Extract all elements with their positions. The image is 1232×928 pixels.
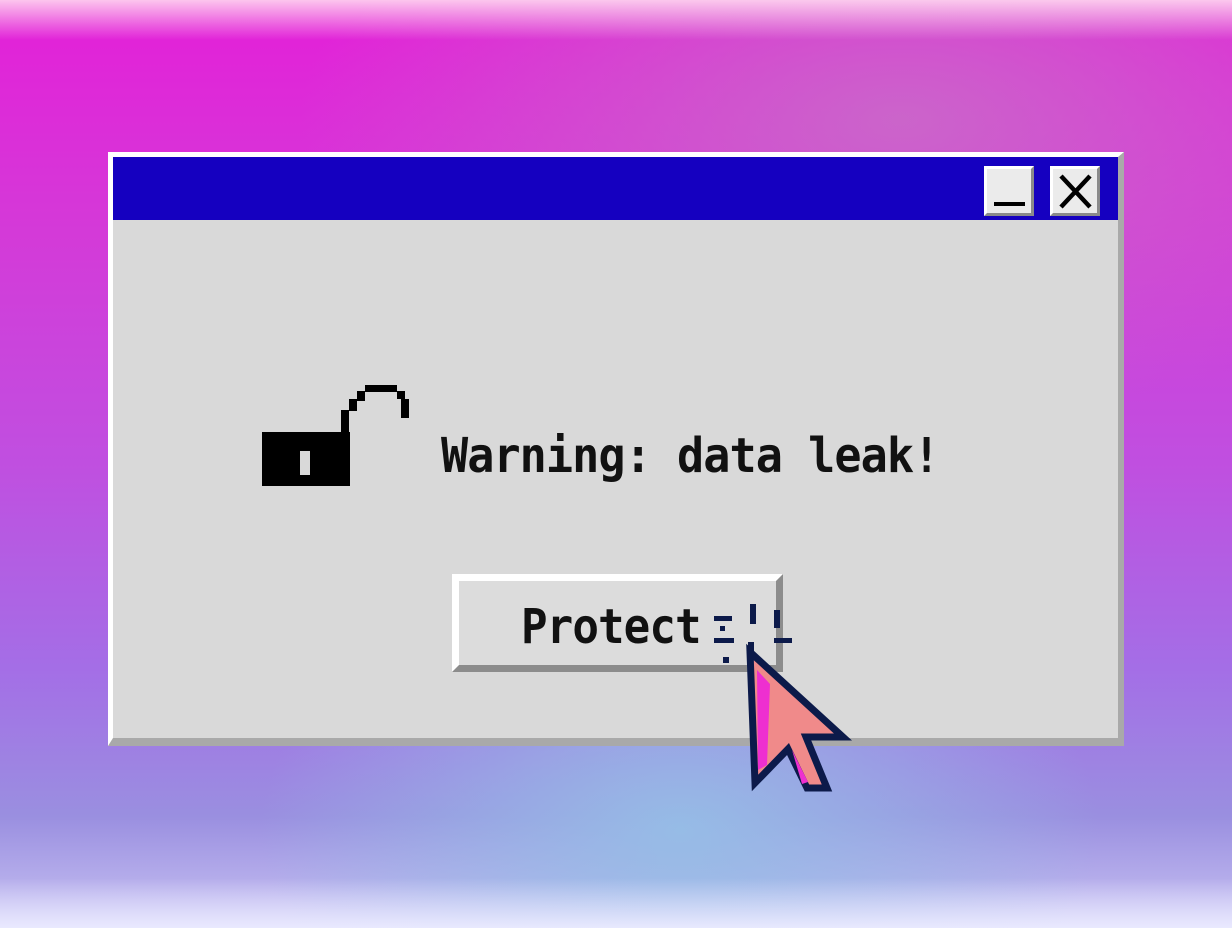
warning-dialog-window: Warning: data leak! Protect (108, 152, 1124, 746)
arrow-cursor-icon (714, 604, 853, 792)
unlocked-padlock-icon (262, 385, 409, 486)
close-button[interactable] (1050, 166, 1100, 216)
close-icon (1059, 174, 1092, 209)
title-bar[interactable] (113, 157, 1118, 220)
dialog-body: Warning: data leak! Protect (113, 220, 1118, 738)
background-glow-top (0, 0, 1232, 40)
warning-message: Warning: data leak! (441, 428, 940, 484)
protect-button-label: Protect (521, 599, 702, 655)
background-glow-bottom (0, 878, 1232, 928)
minimize-icon (994, 202, 1025, 206)
minimize-button[interactable] (984, 166, 1034, 216)
